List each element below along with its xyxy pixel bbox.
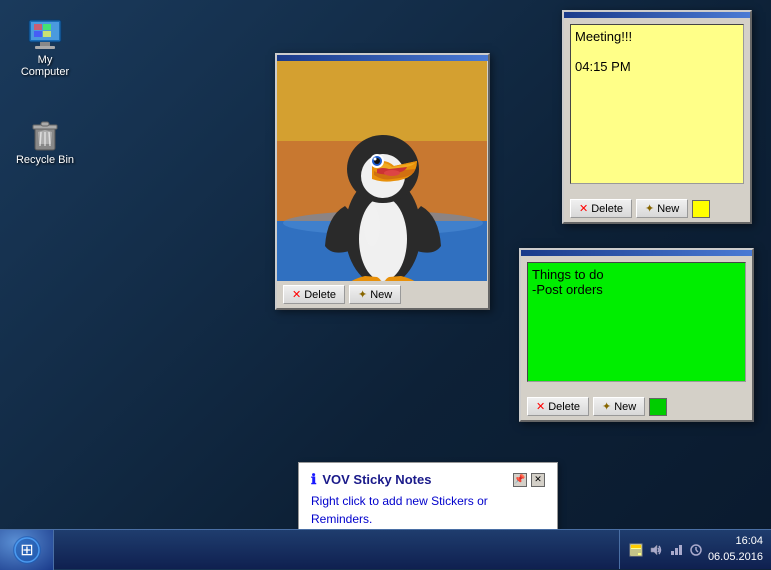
sticky-tray-svg <box>628 542 644 558</box>
clock-time: 16:04 <box>708 534 763 549</box>
penguin-image <box>277 61 487 281</box>
todo-delete-label: Delete <box>548 401 580 413</box>
my-computer-svg <box>25 14 65 54</box>
tooltip-pin-button[interactable]: 📌 <box>513 473 527 487</box>
extra-tray-icon[interactable] <box>688 542 704 558</box>
windows-logo-icon: ⊞ <box>11 534 43 566</box>
meeting-new-button[interactable]: ✦ New <box>636 199 688 218</box>
tooltip-line1: Right click to add new Stickers or Remin… <box>311 494 488 526</box>
tooltip-link1: new <box>406 494 428 508</box>
my-computer-icon[interactable]: My Computer <box>10 10 80 82</box>
tooltip-title-text: VOV Sticky Notes <box>322 472 431 487</box>
meeting-sticky-footer: ✕ Delete ✦ New <box>564 195 750 222</box>
todo-sticky-textarea[interactable]: Things to do -Post orders <box>527 262 746 382</box>
tooltip-close-button[interactable]: ✕ <box>531 473 545 487</box>
volume-svg <box>649 543 663 557</box>
tooltip-header: ℹ VOV Sticky Notes 📌 ✕ <box>311 471 545 488</box>
meeting-delete-label: Delete <box>591 203 623 215</box>
todo-new-label: New <box>614 401 636 413</box>
extra-svg <box>689 543 703 557</box>
svg-text:⊞: ⊞ <box>20 542 33 559</box>
penguin-svg <box>277 61 487 281</box>
todo-color-swatch[interactable] <box>649 398 667 416</box>
new-icon: ✦ <box>358 288 367 301</box>
todo-sticky-note: Things to do -Post orders ✕ Delete ✦ New <box>519 248 754 422</box>
start-button[interactable]: ⊞ <box>0 530 54 570</box>
network-tray-icon[interactable] <box>668 542 684 558</box>
meeting-sticky-content: Meeting!!! 04:15 PM <box>564 18 750 195</box>
penguin-window: ✕ Delete ✦ New <box>275 53 490 310</box>
todo-sticky-footer: ✕ Delete ✦ New <box>521 393 752 420</box>
recycle-bin-icon[interactable]: Recycle Bin <box>10 110 80 170</box>
recycle-bin-svg <box>25 114 65 154</box>
todo-delete-icon: ✕ <box>536 400 545 413</box>
sticky-notes-tray-icon[interactable] <box>628 542 644 558</box>
system-tray: 16:04 06.05.2016 <box>619 530 771 569</box>
my-computer-label: My Computer <box>14 54 76 78</box>
clock-date: 06.05.2016 <box>708 550 763 565</box>
info-icon: ℹ <box>311 471 316 488</box>
tooltip-controls: 📌 ✕ <box>513 473 545 487</box>
todo-new-button[interactable]: ✦ New <box>593 397 645 416</box>
clock: 16:04 06.05.2016 <box>708 534 763 565</box>
meeting-color-swatch[interactable] <box>692 200 710 218</box>
taskbar: ⊞ <box>0 529 771 569</box>
meeting-delete-icon: ✕ <box>579 202 588 215</box>
image-new-button[interactable]: ✦ New <box>349 285 401 304</box>
recycle-bin-label: Recycle Bin <box>16 154 74 166</box>
meeting-sticky-note: Meeting!!! 04:15 PM ✕ Delete ✦ New <box>562 10 752 224</box>
meeting-delete-button[interactable]: ✕ Delete <box>570 199 632 218</box>
delete-icon: ✕ <box>292 288 301 301</box>
image-new-label: New <box>370 289 392 301</box>
meeting-new-label: New <box>657 203 679 215</box>
taskbar-area <box>54 530 619 569</box>
image-delete-button[interactable]: ✕ Delete <box>283 285 345 304</box>
todo-sticky-content: Things to do -Post orders <box>521 256 752 393</box>
meeting-sticky-textarea[interactable]: Meeting!!! 04:15 PM <box>570 24 744 184</box>
volume-tray-icon[interactable] <box>648 542 664 558</box>
tooltip-title: ℹ VOV Sticky Notes <box>311 471 431 488</box>
network-svg <box>669 543 683 557</box>
image-delete-label: Delete <box>304 289 336 301</box>
todo-new-icon: ✦ <box>602 400 611 413</box>
meeting-new-icon: ✦ <box>645 202 654 215</box>
todo-delete-button[interactable]: ✕ Delete <box>527 397 589 416</box>
image-window-footer: ✕ Delete ✦ New <box>277 281 488 308</box>
